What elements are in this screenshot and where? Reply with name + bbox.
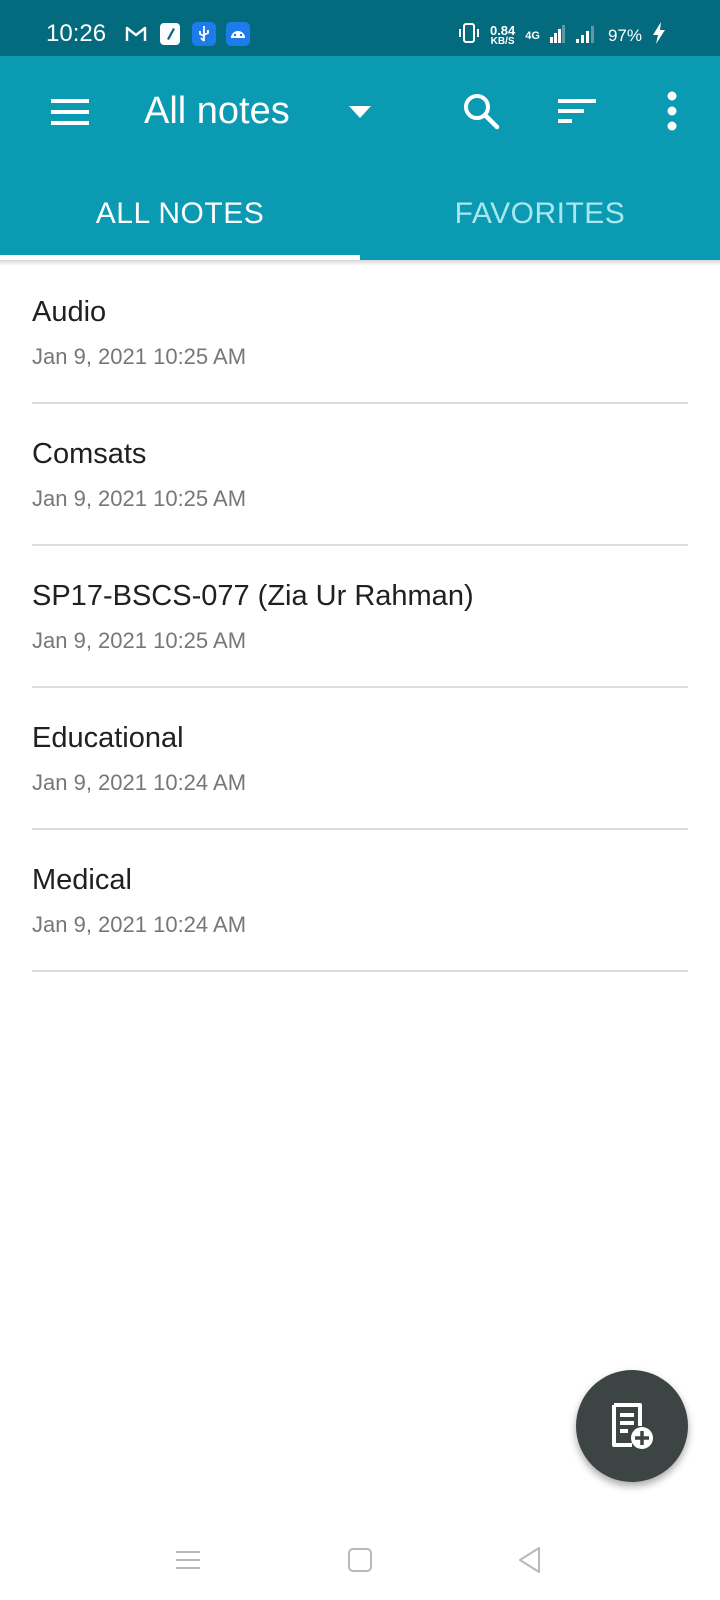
home-button[interactable]: [338, 1538, 382, 1582]
tab-bar: ALL NOTES FAVORITES: [0, 168, 720, 260]
status-bar: 10:26 0.84 KB/S 4G 97%: [0, 0, 720, 56]
note-title: SP17-BSCS-077 (Zia Ur Rahman): [32, 580, 474, 612]
recents-icon: [176, 1551, 200, 1569]
search-icon: [464, 94, 500, 130]
app-bar: All notes ALL NOTES FAVORITES: [0, 56, 720, 260]
tab-all-notes[interactable]: ALL NOTES: [0, 168, 360, 260]
note-date: Jan 9, 2021 10:24 AM: [32, 770, 247, 795]
signal-icon-1: [549, 23, 566, 48]
tab-label: ALL NOTES: [95, 197, 265, 230]
dropdown-arrow-icon: [349, 106, 371, 118]
tab-label: FAVORITES: [454, 197, 626, 230]
note-title: Audio: [32, 296, 107, 328]
notes-app-icon: [158, 22, 182, 46]
notification-icons: [124, 22, 250, 46]
list-item[interactable]: Audio Jan 9, 2021 10:25 AM: [32, 266, 688, 404]
battery-percent: 97%: [607, 25, 642, 45]
note-date: Jan 9, 2021 10:25 AM: [32, 628, 247, 653]
note-date: Jan 9, 2021 10:25 AM: [32, 486, 247, 511]
more-options-button[interactable]: [650, 86, 694, 136]
note-date: Jan 9, 2021 10:25 AM: [32, 344, 247, 369]
page-title[interactable]: All notes: [144, 90, 290, 133]
add-note-button[interactable]: [576, 1370, 688, 1482]
usb-icon: [192, 22, 216, 46]
more-vert-icon: [667, 91, 677, 131]
list-item[interactable]: Educational Jan 9, 2021 10:24 AM: [32, 688, 688, 830]
note-title: Medical: [32, 864, 132, 896]
back-icon: [519, 1547, 540, 1573]
note-title: Comsats: [32, 438, 147, 470]
list-item[interactable]: Comsats Jan 9, 2021 10:25 AM: [32, 404, 688, 546]
tab-favorites[interactable]: FAVORITES: [360, 168, 720, 260]
network-type: 4G: [525, 29, 540, 42]
sort-icon: [558, 99, 596, 123]
list-item[interactable]: Medical Jan 9, 2021 10:24 AM: [32, 830, 688, 972]
sort-button[interactable]: [552, 86, 602, 136]
note-title: Educational: [32, 722, 184, 754]
vibrate-icon: [458, 22, 480, 49]
gmail-icon: [124, 22, 148, 46]
status-right: 0.84 KB/S 4G 97%: [458, 22, 666, 49]
status-time: 10:26: [46, 20, 107, 47]
title-dropdown-button[interactable]: [340, 90, 380, 134]
add-note-icon: [612, 1403, 653, 1449]
menu-button[interactable]: [48, 90, 92, 134]
recents-button[interactable]: [166, 1538, 210, 1582]
search-button[interactable]: [456, 86, 506, 136]
signal-icon-2: [575, 23, 598, 48]
toolbar: All notes: [0, 56, 720, 168]
list-item[interactable]: SP17-BSCS-077 (Zia Ur Rahman) Jan 9, 202…: [32, 546, 688, 688]
home-icon: [348, 1548, 372, 1572]
net-speed: 0.84 KB/S: [489, 22, 516, 47]
notes-list: Audio Jan 9, 2021 10:25 AM Comsats Jan 9…: [0, 266, 720, 972]
menu-icon: [51, 99, 89, 125]
back-button[interactable]: [508, 1538, 552, 1582]
charging-icon: [652, 22, 666, 49]
system-nav-bar: [0, 1520, 720, 1600]
note-date: Jan 9, 2021 10:24 AM: [32, 912, 247, 937]
android-debug-icon: [226, 22, 250, 46]
